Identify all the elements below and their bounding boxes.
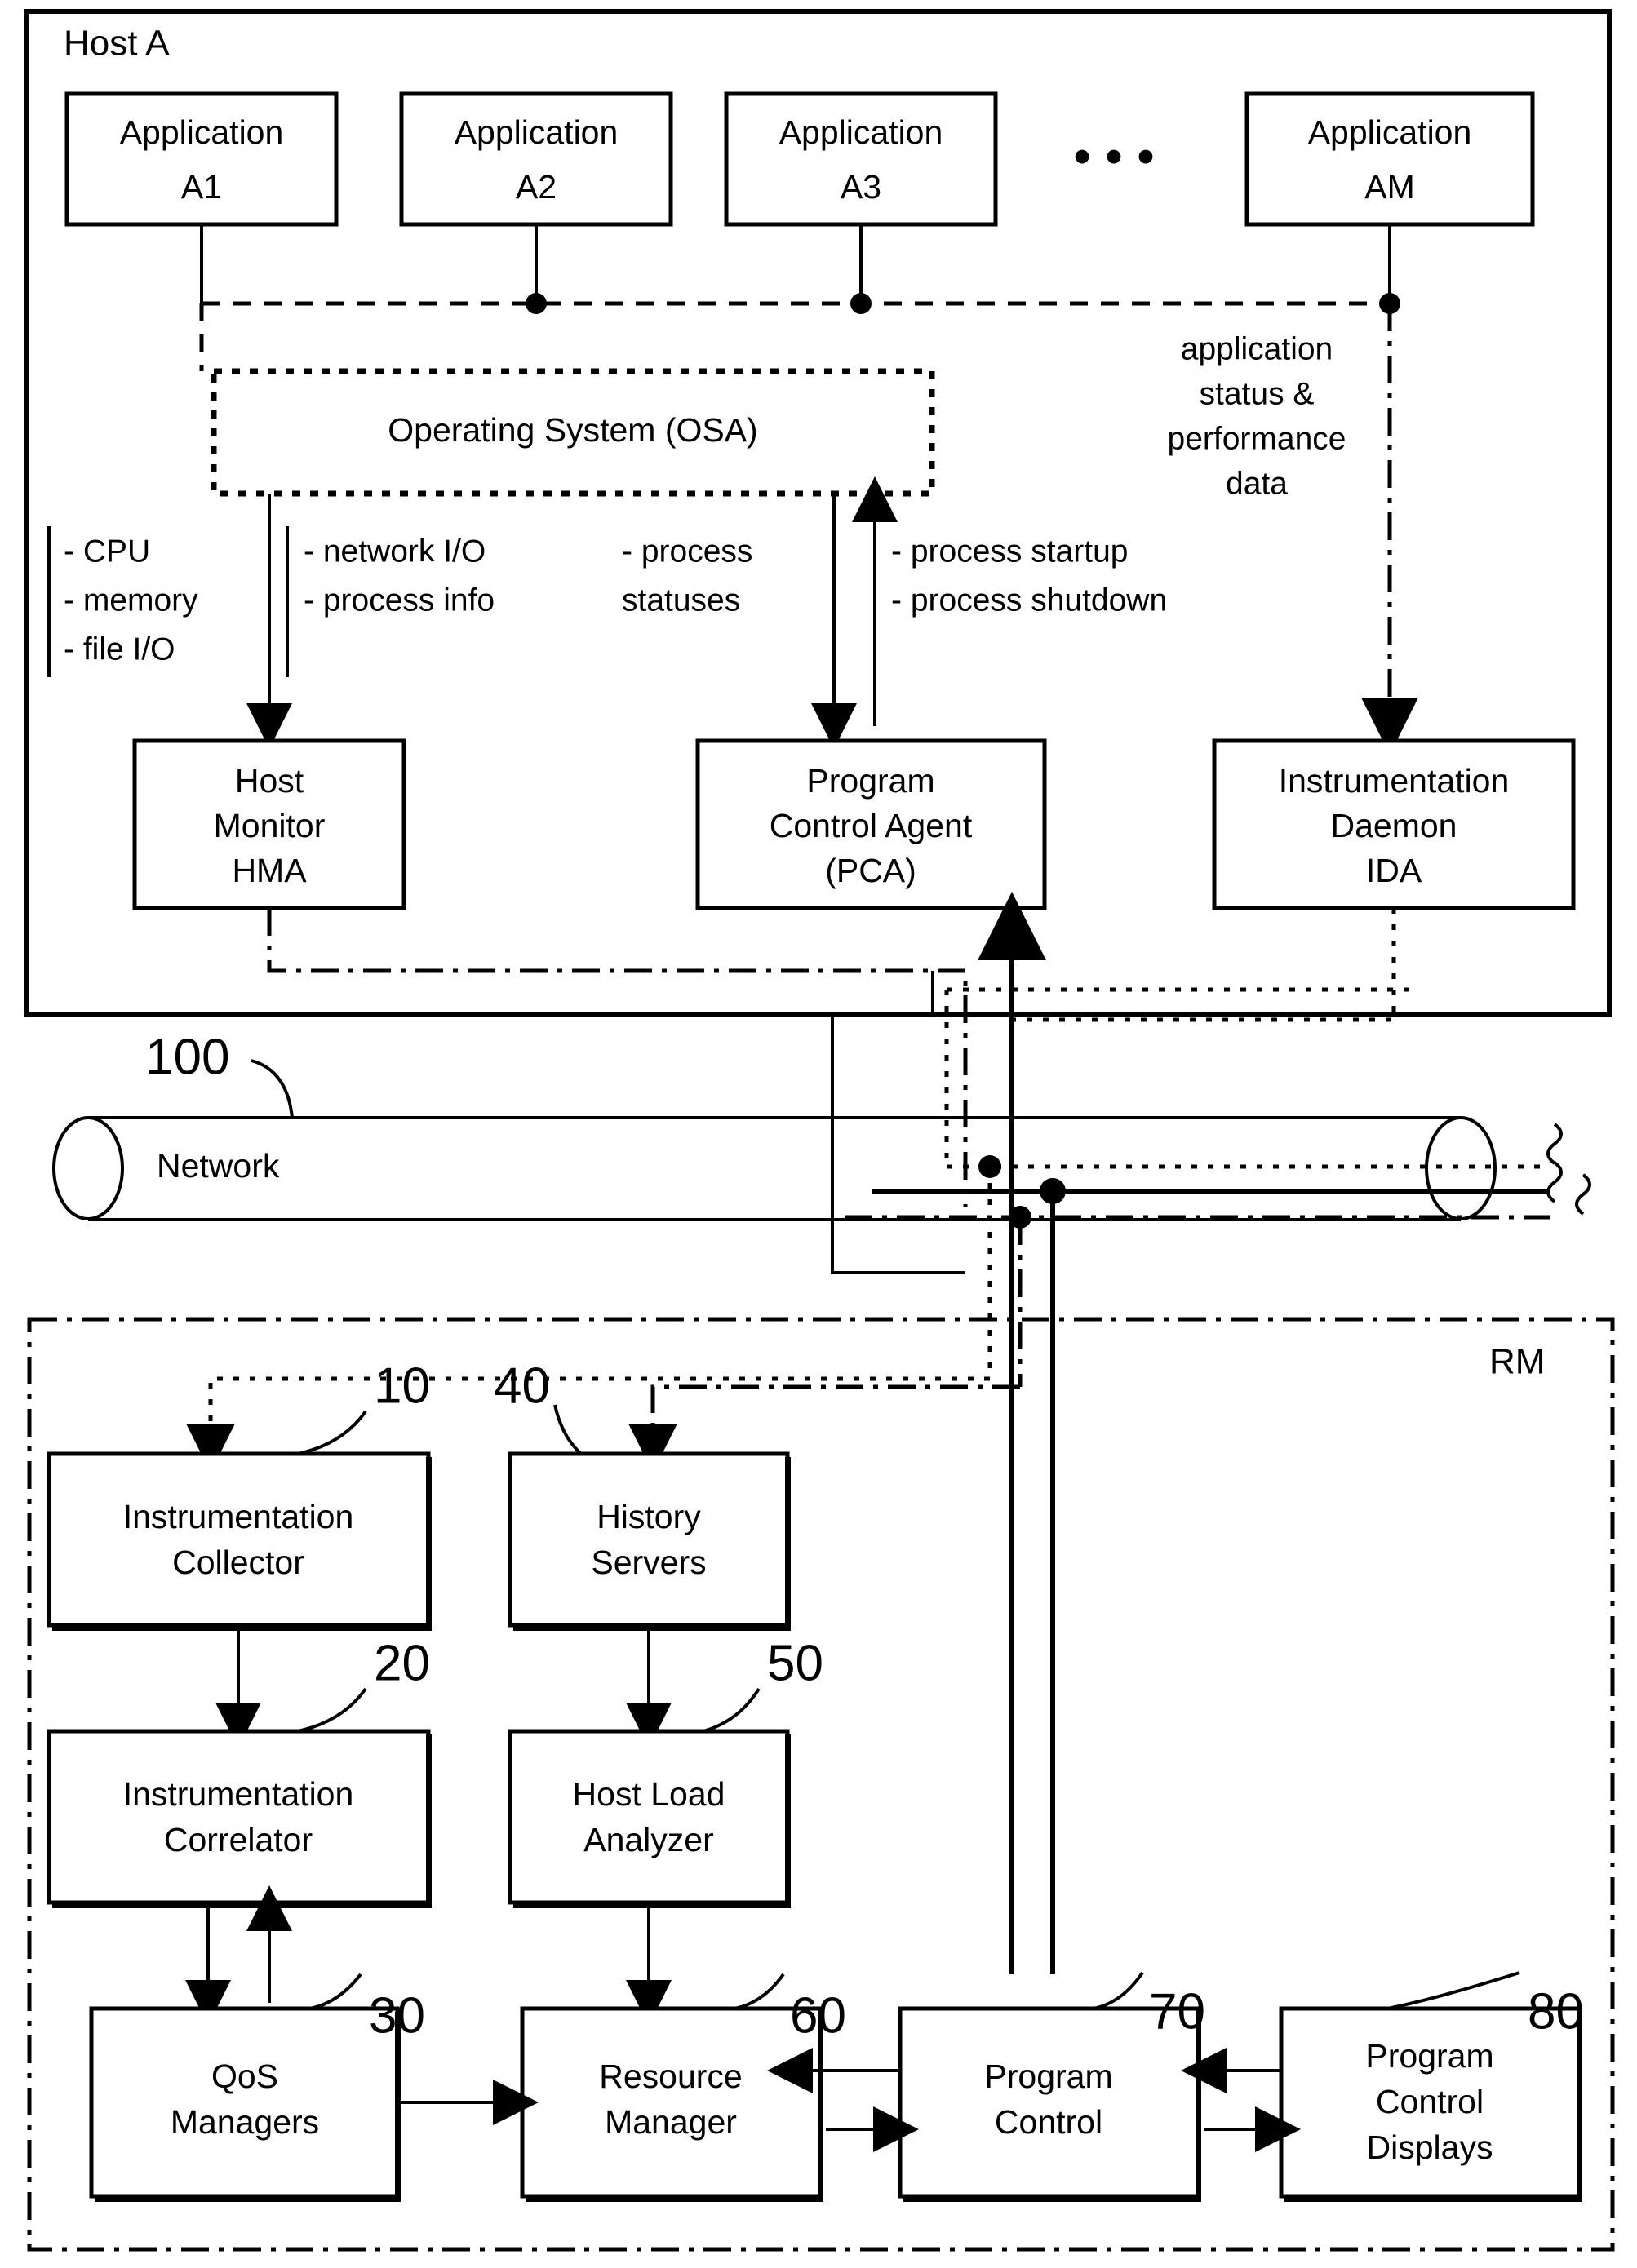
instrumentation-correlator-line2: Correlator [164,1821,313,1858]
host-monitor-line1: Host [235,762,304,800]
annotation-group-network: - network I/O - process info [304,534,495,618]
program-control-line1: Program [984,2058,1112,2095]
annotation-status-amp: status & [1200,376,1315,411]
pca-line1: Program [806,762,934,800]
host-load-analyzer-line1: Host Load [573,1775,725,1813]
annotation-memory: - memory [64,583,198,618]
ref-60: 60 [790,1987,846,2044]
qos-managers-line1: QoS [211,2058,278,2095]
pca-line3: (PCA) [825,852,916,889]
application-a1-line2: A1 [181,168,222,206]
ref-40: 40 [494,1358,550,1414]
qos-managers-box: QoS Managers [89,2006,401,2202]
ref-10: 10 [374,1358,430,1414]
host-monitor-line3: HMA [232,852,307,889]
resource-manager-line1: Resource [599,2058,742,2095]
ref-20: 20 [374,1635,430,1691]
pcd-line2: Control [1376,2083,1484,2120]
resource-manager-box: Resource Manager [520,2006,823,2202]
block-diagram: Host A Application A1 Application A2 App… [24,9,1615,2252]
ida-line2: Daemon [1331,807,1457,844]
ref-80: 80 [1528,1983,1584,2040]
ida-line1: Instrumentation [1279,762,1510,800]
pcd-line1: Program [1365,2037,1493,2075]
pca-line2: Control Agent [770,807,973,844]
annotation-data: data [1226,466,1288,501]
annotation-network-io: - network I/O [304,534,486,569]
host-monitor-line2: Monitor [214,807,326,844]
annotation-statuses: statuses [622,583,740,618]
annotation-process: - process [622,534,752,569]
annotation-process-startup: - process startup [891,534,1128,569]
program-control-agent-box: Program Control Agent (PCA) [695,738,1047,910]
ellipsis-label: • • • [1073,128,1155,184]
instrumentation-collector-line2: Collector [172,1544,304,1581]
network-cylinder: Network [52,1116,1497,1221]
application-box-a3: Application A3 [724,91,998,227]
qos-managers-line2: Managers [171,2103,319,2141]
pcd-line3: Displays [1367,2128,1493,2166]
instrumentation-collector-line1: Instrumentation [123,1498,354,1535]
instrumentation-correlator-line1: Instrumentation [123,1775,354,1813]
application-box-am: Application AM [1244,91,1535,227]
annotation-process-info: - process info [304,583,495,618]
host-load-analyzer-line2: Analyzer [583,1821,714,1858]
history-servers-line1: History [597,1498,701,1535]
operating-system-box: Operating System (OSA) [211,368,935,497]
ref-30: 30 [369,1987,425,2044]
history-servers-box: History Servers [508,1451,791,1631]
instrumentation-daemon-box: Instrumentation Daemon IDA [1212,738,1576,910]
network-ref-100: 100 [145,1029,229,1085]
resource-manager-line2: Manager [605,2103,737,2141]
annotation-performance: performance [1168,421,1346,456]
annotation-cpu: - CPU [64,534,150,569]
application-am-line2: AM [1364,168,1415,206]
instrumentation-collector-box: Instrumentation Collector [47,1451,432,1631]
rm-label: RM [1489,1342,1545,1382]
annotation-process-shutdown: - process shutdown [891,583,1167,618]
application-a3-line2: A3 [841,168,881,206]
ida-line3: IDA [1366,852,1422,889]
ref-50: 50 [767,1635,823,1691]
history-servers-line2: Servers [591,1544,706,1581]
program-control-line2: Control [995,2103,1102,2141]
host-monitor-box: Host Monitor HMA [132,738,406,910]
annotation-group-startup: - process startup - process shutdown [891,534,1167,618]
annotation-application: application [1181,331,1333,366]
application-box-a1: Application A1 [64,91,339,227]
application-box-a2: Application A2 [399,91,673,227]
application-am-line1: Application [1308,113,1472,151]
host-load-analyzer-box: Host Load Analyzer [508,1729,791,1908]
annotation-group-statuses: - process statuses [622,534,752,618]
instrumentation-correlator-box: Instrumentation Correlator [47,1729,432,1908]
annotation-group-cpu: - CPU - memory - file I/O [64,534,198,667]
annotation-file-io: - file I/O [64,631,175,667]
host-a-label: Host A [64,24,170,64]
ref-70: 70 [1149,1983,1205,2040]
operating-system-label: Operating System (OSA) [388,411,757,449]
application-a3-line1: Application [779,113,943,151]
application-a1-line1: Application [120,113,284,151]
application-a2-line2: A2 [516,168,557,206]
annotation-group-appstatus: application status & performance data [1168,331,1346,501]
figure-canvas: Host A Application A1 Application A2 App… [0,0,1637,2268]
application-a2-line1: Application [455,113,619,151]
network-label: Network [157,1147,280,1185]
